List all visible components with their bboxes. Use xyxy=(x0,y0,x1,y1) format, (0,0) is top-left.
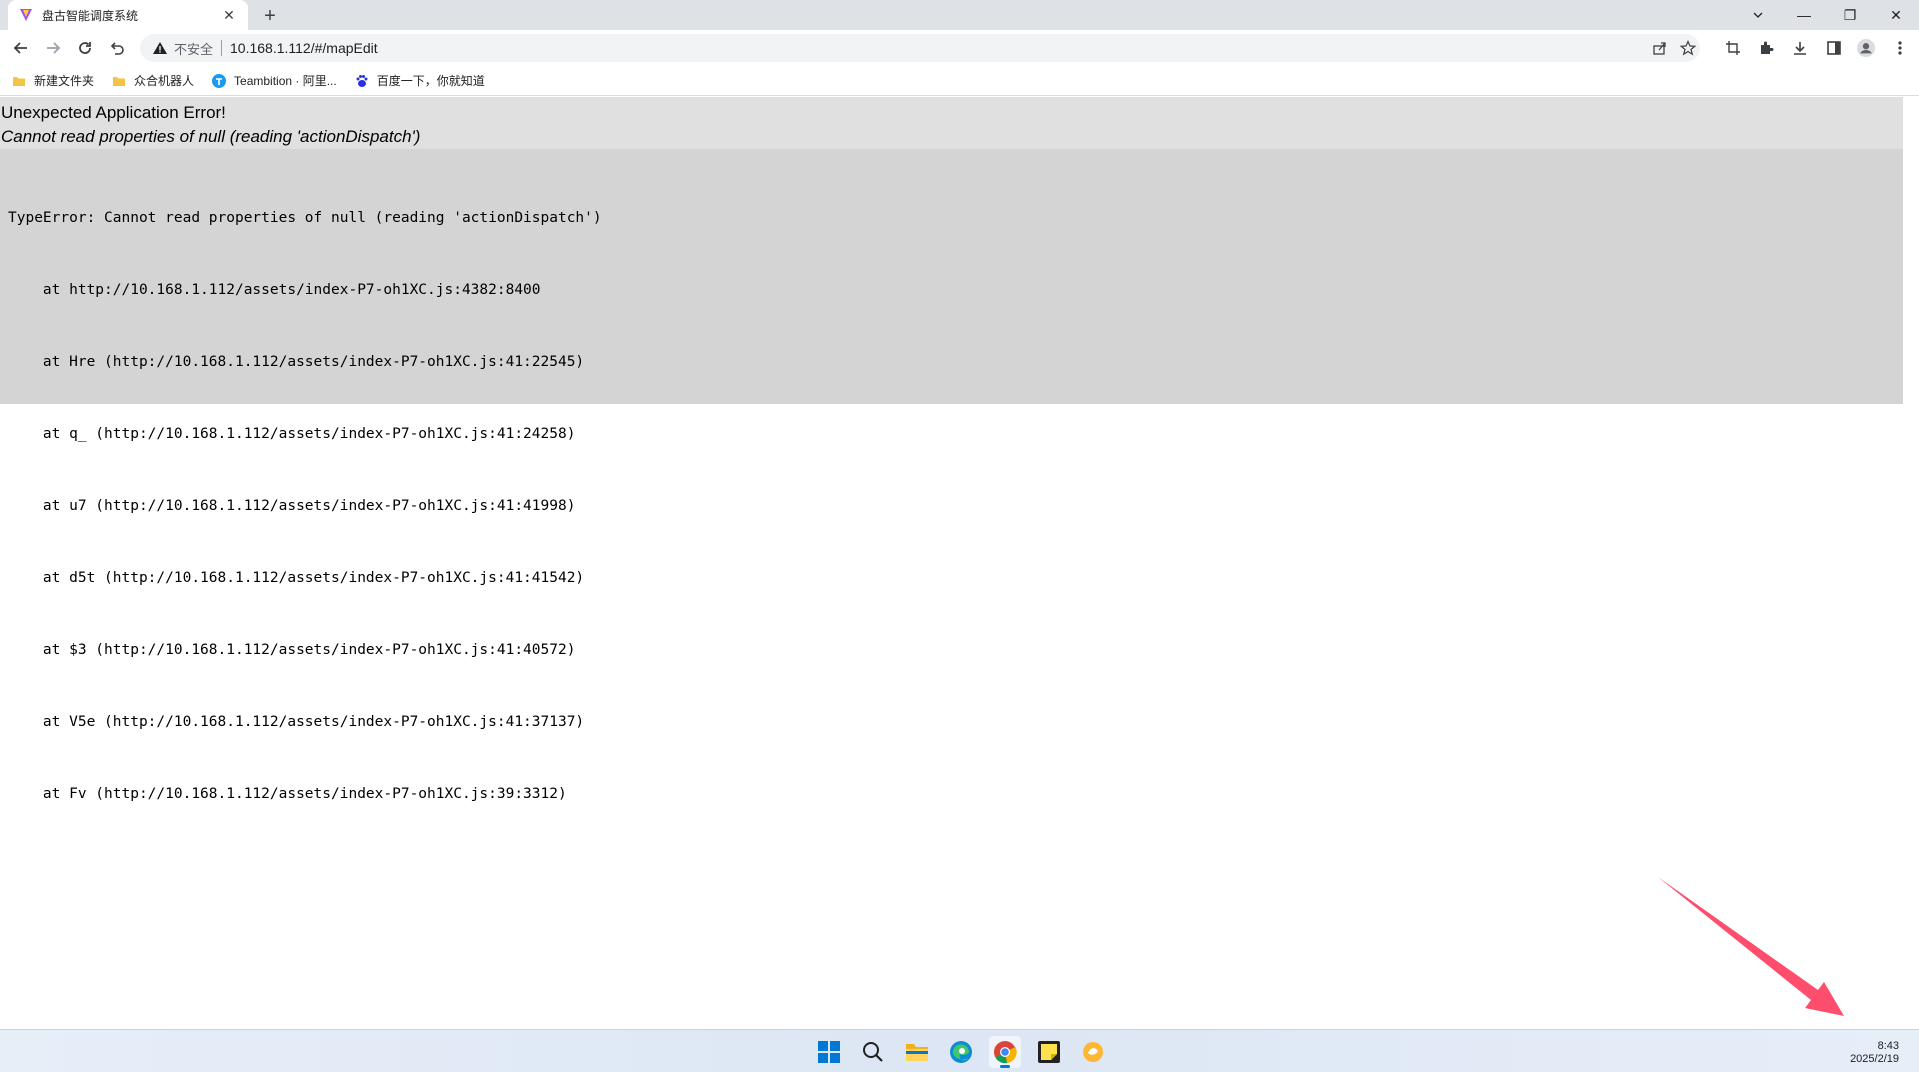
folder-icon xyxy=(12,74,26,88)
close-window-button[interactable]: ✕ xyxy=(1873,0,1919,30)
stack-line: at $3 (http://10.168.1.112/assets/index-… xyxy=(8,642,576,658)
bookmarks-bar: 新建文件夹 众合机器人 Teambition · 阿里... 百度一下，你就知道 xyxy=(0,66,1919,96)
tab-title: 盘古智能调度系统 xyxy=(42,8,139,23)
bookmark-label: 众合机器人 xyxy=(134,74,195,88)
app-icon[interactable] xyxy=(1077,1036,1109,1068)
bookmark-label: Teambition · 阿里... xyxy=(234,74,337,88)
browser-tab[interactable]: 盘古智能调度系统 ✕ xyxy=(8,0,248,30)
crop-icon[interactable] xyxy=(1724,39,1742,57)
stack-line: at u7 (http://10.168.1.112/assets/index-… xyxy=(8,498,576,514)
side-panel-icon[interactable] xyxy=(1825,39,1843,57)
new-tab-button[interactable]: + xyxy=(258,4,282,28)
stack-line: at V5e (http://10.168.1.112/assets/index… xyxy=(8,714,585,730)
error-header: Unexpected Application Error! Cannot rea… xyxy=(0,97,1903,149)
edge-icon[interactable] xyxy=(945,1036,977,1068)
clock-date: 2025/2/19 xyxy=(1850,1053,1899,1065)
back-icon[interactable] xyxy=(8,35,34,61)
security-label[interactable]: 不安全 xyxy=(174,39,213,58)
tab-close-icon[interactable]: ✕ xyxy=(220,6,238,24)
clock-time: 8:43 xyxy=(1877,1040,1899,1052)
sticky-notes-icon[interactable] xyxy=(1033,1036,1065,1068)
minimize-button[interactable]: — xyxy=(1781,0,1827,30)
page-content: Unexpected Application Error! Cannot rea… xyxy=(0,97,1919,1029)
vite-favicon-icon xyxy=(18,7,34,23)
tab-search-dropdown-icon[interactable] xyxy=(1735,0,1781,30)
more-menu-icon[interactable] xyxy=(1891,39,1909,57)
restore-button[interactable]: ❐ xyxy=(1827,0,1873,30)
windows-taskbar: 8:43 2025/2/19 xyxy=(0,1029,1919,1072)
chrome-icon[interactable] xyxy=(989,1036,1021,1068)
stack-line: TypeError: Cannot read properties of nul… xyxy=(8,210,602,226)
forward-icon[interactable] xyxy=(40,35,66,61)
windows-start-icon[interactable] xyxy=(813,1036,845,1068)
bookmark-label: 百度一下，你就知道 xyxy=(376,74,485,88)
stack-line: at Hre (http://10.168.1.112/assets/index… xyxy=(8,354,585,370)
red-arrow-annotation xyxy=(1658,877,1844,1016)
profile-avatar-icon[interactable] xyxy=(1857,39,1875,57)
stack-line: at http://10.168.1.112/assets/index-P7-o… xyxy=(8,282,541,298)
bookmark-folder-new[interactable]: 新建文件夹 xyxy=(12,72,94,89)
browser-toolbar: 不安全 10.168.1.112/#/mapEdit xyxy=(0,30,1919,66)
stack-line: at q_ (http://10.168.1.112/assets/index-… xyxy=(8,426,576,442)
stack-line: at d5t (http://10.168.1.112/assets/index… xyxy=(8,570,585,586)
file-explorer-icon[interactable] xyxy=(901,1036,933,1068)
error-message: Cannot read properties of null (reading … xyxy=(1,127,421,146)
teambition-icon xyxy=(212,73,227,88)
stack-trace: TypeError: Cannot read properties of nul… xyxy=(0,149,1903,802)
download-icon[interactable] xyxy=(1791,39,1809,57)
bookmark-baidu[interactable]: 百度一下，你就知道 xyxy=(355,72,485,89)
search-icon[interactable] xyxy=(857,1036,889,1068)
stack-line: at Fv (http://10.168.1.112/assets/index-… xyxy=(8,786,567,802)
baidu-icon xyxy=(355,74,369,88)
system-clock[interactable]: 8:43 2025/2/19 xyxy=(1850,1040,1899,1066)
undo-icon[interactable] xyxy=(104,35,130,61)
share-icon[interactable] xyxy=(1652,40,1668,56)
url-text[interactable]: 10.168.1.112/#/mapEdit xyxy=(230,40,378,56)
reload-icon[interactable] xyxy=(72,35,98,61)
page-scrollbar[interactable] xyxy=(1903,97,1919,1029)
bookmark-folder-robot[interactable]: 众合机器人 xyxy=(112,72,194,89)
extensions-icon[interactable] xyxy=(1757,39,1775,57)
folder-icon xyxy=(112,74,126,88)
address-separator xyxy=(221,40,223,56)
bookmark-teambition[interactable]: Teambition · 阿里... xyxy=(212,72,337,89)
bookmark-label: 新建文件夹 xyxy=(34,74,95,88)
warning-icon xyxy=(153,42,167,54)
active-indicator xyxy=(1000,1065,1010,1068)
error-title: Unexpected Application Error! xyxy=(1,103,226,122)
tab-strip: 盘古智能调度系统 ✕ + — ❐ ✕ xyxy=(0,0,1919,30)
bookmark-star-icon[interactable] xyxy=(1680,40,1696,56)
address-bar[interactable]: 不安全 10.168.1.112/#/mapEdit xyxy=(140,34,1700,62)
